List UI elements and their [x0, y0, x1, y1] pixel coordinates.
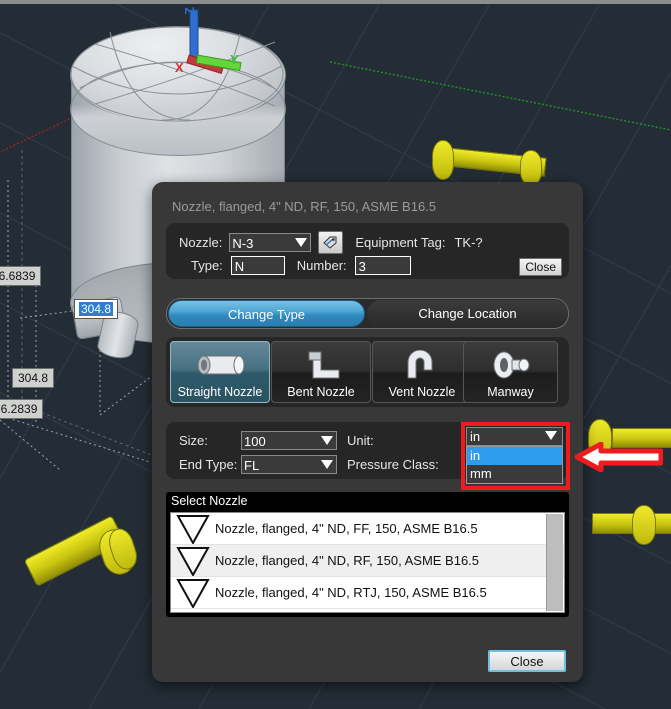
nozzle-select-value: N-3 — [232, 236, 254, 251]
red-callout-arrow — [575, 442, 663, 472]
chevron-down-icon — [321, 460, 333, 469]
type-label: Type: — [191, 258, 223, 273]
y-axis-ray — [329, 61, 671, 131]
number-field[interactable]: 3 — [354, 256, 411, 275]
list-item-label: Nozzle, flanged, 4" ND, RF, 150, ASME B1… — [215, 553, 480, 568]
type-button-bent-nozzle[interactable]: Bent Nozzle — [271, 341, 371, 403]
equipment-tag-value: TK-? — [454, 235, 483, 250]
chevron-down-icon — [545, 431, 557, 440]
size-label: Size: — [179, 433, 208, 448]
end-type-label: End Type: — [179, 457, 238, 472]
svg-text:Y: Y — [230, 52, 239, 67]
dimension-label-2-selected[interactable]: 304.8 — [74, 299, 119, 319]
unit-label: Unit: — [347, 433, 374, 448]
nozzle-label: Nozzle: — [179, 235, 223, 250]
type-field[interactable]: N — [230, 256, 285, 275]
nozzle-triangle-icon — [171, 578, 215, 608]
bent-nozzle-icon — [272, 349, 370, 381]
svg-text:Z: Z — [182, 7, 197, 15]
tab-change-location[interactable]: Change Location — [367, 300, 568, 327]
dialog-title: Nozzle, flanged, 4" ND, RF, 150, ASME B1… — [172, 199, 437, 214]
nozzle-type-panel: Straight Nozzle Bent Nozzle Vent Nozzle — [166, 337, 569, 407]
tag-pick-icon — [323, 236, 337, 249]
vent-nozzle-icon — [373, 349, 471, 381]
list-item[interactable]: Nozzle, flanged, 4" ND, RF, 150, ASME B1… — [171, 545, 564, 577]
chevron-down-icon — [295, 238, 308, 247]
end-type-select[interactable]: FL — [241, 455, 337, 474]
type-button-vent-nozzle-label: Vent Nozzle — [388, 385, 456, 399]
select-nozzle-section: Select Nozzle Nozzle, flanged, 4" ND, FF… — [166, 492, 569, 617]
header-close-button[interactable]: Close — [519, 258, 562, 276]
flange-right-lower — [632, 505, 656, 545]
svg-text:X: X — [175, 60, 184, 75]
list-item-label: Nozzle, flanged, 4" ND, RTJ, 150, ASME B… — [215, 585, 487, 600]
equipment-tag-label: Equipment Tag: — [355, 235, 446, 250]
pressure-class-label: Pressure Class: — [347, 457, 439, 472]
type-button-manway[interactable]: Manway — [463, 341, 558, 403]
dimension-label-4[interactable]: 26.2839 — [0, 399, 44, 419]
flange-right-upper-2 — [520, 150, 542, 186]
nozzle-list[interactable]: Nozzle, flanged, 4" ND, FF, 150, ASME B1… — [170, 512, 565, 613]
list-scrollbar[interactable] — [546, 514, 563, 611]
dialog-close-button[interactable]: Close — [488, 650, 566, 672]
flange-right-upper — [432, 140, 454, 180]
tag-pick-button[interactable] — [318, 231, 344, 254]
dialog-tabs: Change Type Change Location — [166, 298, 569, 329]
list-item-label: Nozzle, flanged, 4" ND, FF, 150, ASME B1… — [215, 521, 478, 536]
list-item[interactable]: Nozzle, flanged, 4" ND, RTJ, 150, ASME B… — [171, 577, 564, 609]
tab-change-type[interactable]: Change Type — [168, 300, 365, 327]
nozzle-triangle-icon — [171, 514, 215, 544]
dimension-label-3[interactable]: 304.8 — [12, 368, 55, 388]
dialog-header-panel: Nozzle: N-3 Equipment Tag: TK-? Type: N … — [166, 223, 569, 279]
straight-nozzle-icon — [171, 349, 269, 381]
unit-dropdown-open[interactable]: in in mm — [466, 427, 563, 485]
select-nozzle-header: Select Nozzle — [171, 494, 248, 508]
type-button-manway-label: Manway — [487, 385, 534, 399]
type-button-straight-nozzle-label: Straight Nozzle — [177, 385, 263, 399]
type-button-bent-nozzle-label: Bent Nozzle — [287, 385, 355, 399]
unit-select-value: in — [470, 429, 481, 444]
chevron-down-icon — [321, 436, 333, 445]
nozzle-select[interactable]: N-3 — [229, 233, 312, 252]
type-button-vent-nozzle[interactable]: Vent Nozzle — [372, 341, 472, 403]
viewport-top-edge — [0, 0, 671, 4]
list-item[interactable]: Nozzle, flanged, 4" ND, FF, 150, ASME B1… — [171, 513, 564, 545]
manway-icon — [464, 349, 557, 381]
size-select-value: 100 — [244, 434, 266, 449]
end-type-select-value: FL — [244, 458, 260, 473]
unit-option-list: in mm — [466, 446, 563, 484]
unit-select[interactable]: in — [466, 427, 563, 446]
dimension-label-1[interactable]: 86.6839 — [0, 266, 42, 286]
number-label: Number: — [296, 258, 347, 273]
unit-option-in[interactable]: in — [467, 447, 562, 465]
size-select[interactable]: 100 — [241, 431, 337, 450]
nozzle-triangle-icon — [171, 546, 215, 576]
unit-option-mm[interactable]: mm — [467, 465, 562, 483]
type-button-straight-nozzle[interactable]: Straight Nozzle — [170, 341, 270, 403]
axis-triad: Z Y X — [175, 7, 242, 75]
